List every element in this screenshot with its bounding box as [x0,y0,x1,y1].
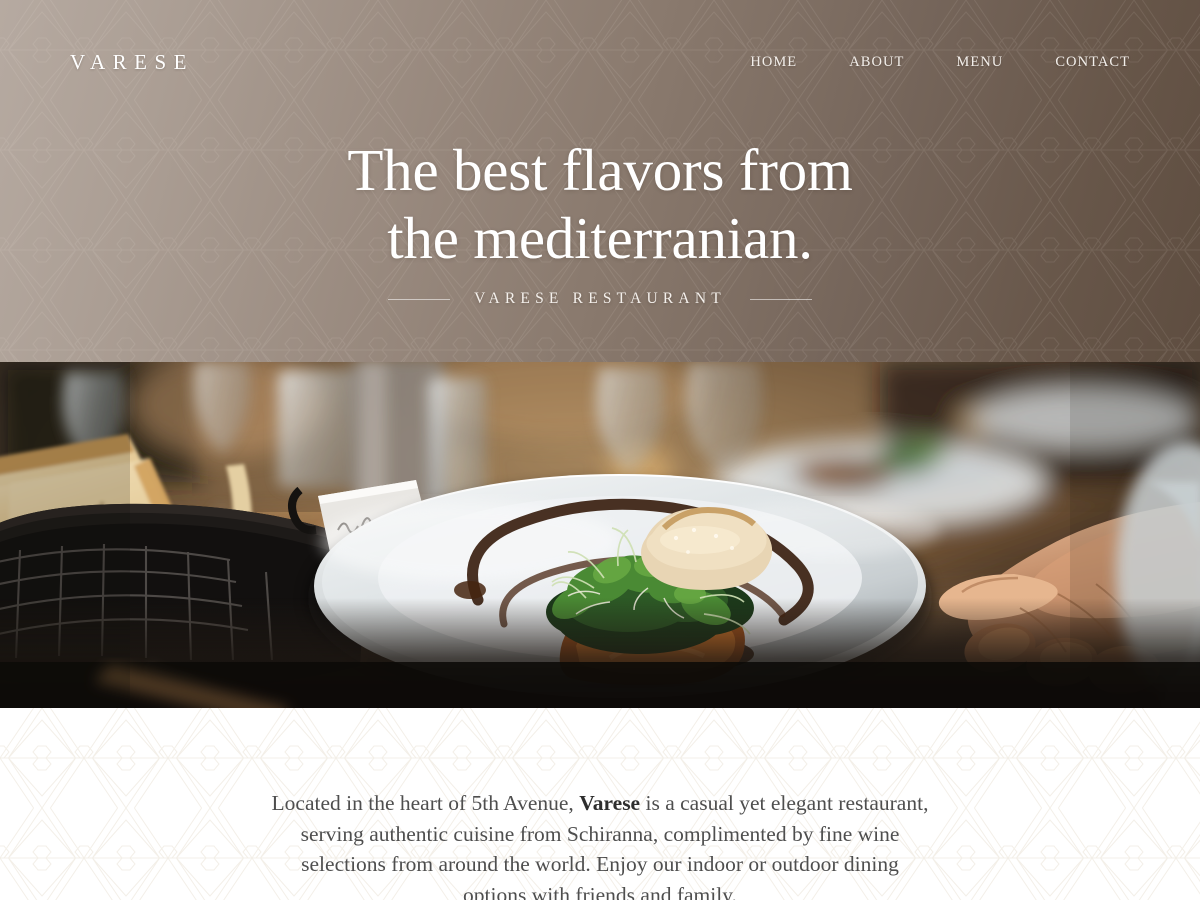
divider-rule-right [749,298,812,300]
site-header: VARESE HOME ABOUT MENU CONTACT [0,0,1200,124]
hero-headline-line-2: the mediterranian. [387,205,813,271]
hero-photo-section [0,362,1200,708]
site-logo[interactable]: VARESE [70,51,194,73]
hero-subtitle: VARESE RESTAURANT [474,290,726,307]
intro-text-before: Located in the heart of 5th Avenue, [271,791,580,815]
hero-headline-line-1: The best flavors from [347,137,853,203]
hero-section: VARESE HOME ABOUT MENU CONTACT The best … [0,0,1200,362]
hero-subtitle-row: VARESE RESTAURANT [0,290,1200,308]
nav-item-home[interactable]: HOME [750,48,797,77]
main-navigation: HOME ABOUT MENU CONTACT [750,48,1130,77]
intro-emphasis: Varese [579,791,641,815]
nav-item-menu[interactable]: MENU [956,48,1003,77]
nav-item-about[interactable]: ABOUT [849,48,904,77]
divider-rule-left [388,298,451,300]
intro-paragraph: Located in the heart of 5th Avenue, Vare… [270,788,930,900]
hero-headline: The best flavors from the mediterranian. [0,136,1200,272]
hero-copy: The best flavors from the mediterranian.… [0,136,1200,308]
restaurant-photo [0,362,1200,708]
nav-item-contact[interactable]: CONTACT [1055,48,1130,77]
intro-section: Located in the heart of 5th Avenue, Vare… [0,708,1200,900]
